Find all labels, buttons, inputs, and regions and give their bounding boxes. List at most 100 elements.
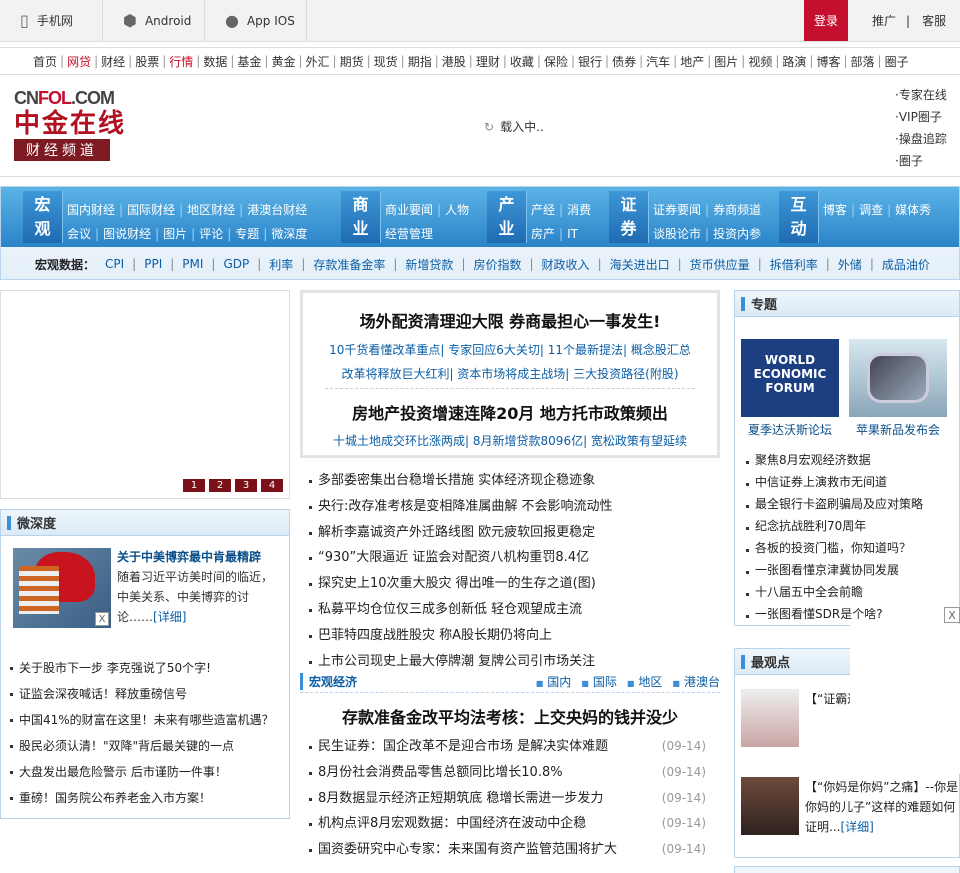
list-item[interactable]: 私募平均仓位仅三成多创新低 轻仓观望成主流 [308,597,720,623]
watch-image[interactable] [849,339,947,417]
list-item[interactable]: 解析李嘉诚资产外迁路线图 欧元疲软回报更稳定 [308,520,720,546]
macro-headline[interactable]: 存款准备金改平均法考核：上交央妈的钱并没少 [300,704,720,728]
channel-interact-label[interactable]: 互动 [779,191,819,243]
list-item[interactable]: 纪念抗战胜利70周年 [745,515,957,537]
pager-button[interactable]: 1 [183,479,205,492]
channel-link[interactable]: 博客 [823,203,847,217]
section-title[interactable]: 宏观经济 [300,673,357,690]
header-link[interactable]: ·专家在线 [895,84,947,106]
channel-link[interactable]: 港澳台财经 [247,203,307,217]
close-icon[interactable]: X [944,607,960,623]
macro-data-link[interactable]: PMI [182,257,203,271]
nav-item[interactable]: 网贷 [64,53,94,70]
channel-link[interactable]: 房产 [531,227,555,241]
channel-link[interactable]: 评论 [199,227,223,241]
channel-link[interactable]: 调查 [859,203,883,217]
channel-link[interactable]: 国际财经 [127,203,175,217]
list-item[interactable]: 证监会深夜喊话！释放重磅信号 [9,681,285,707]
wef-image[interactable]: WORLD ECONOMIC FORUM [741,339,839,417]
channel-link[interactable]: 投资内参 [713,227,761,241]
nav-item[interactable]: 期指 [405,53,435,70]
macro-data-link[interactable]: 存款准备金率 [313,256,385,273]
pager-button[interactable]: 3 [235,479,257,492]
list-item[interactable]: 中国41%的财富在这里！未来有哪些造富机遇？ [9,707,285,733]
mobile-link[interactable]: ▯ 手机网 [0,0,103,41]
nav-item[interactable]: 首页 [30,53,60,70]
macro-data-link[interactable]: CPI [105,257,124,271]
viewpoint-image[interactable] [741,689,799,747]
news-title[interactable]: 8月份社会消费品零售总额同比增长10.8% [318,760,563,786]
nav-item[interactable]: 博客 [813,53,843,70]
channel-industry-label[interactable]: 产业 [487,191,527,243]
nav-item[interactable]: 基金 [234,53,264,70]
section-tab[interactable]: 港澳台 [672,673,720,690]
header-link[interactable]: ·操盘追踪 [895,128,947,150]
channel-link[interactable]: IT [567,227,578,241]
channel-link[interactable]: 专题 [235,227,259,241]
macro-data-link[interactable]: 外储 [838,256,862,273]
macro-data-link[interactable]: 成品油价 [882,256,930,273]
promote-link[interactable]: 推广 [872,12,896,29]
viewpoint-image[interactable] [741,777,799,835]
nav-item[interactable]: 数据 [200,53,230,70]
sub-links[interactable]: 10千货看懂改革重点| 专家回应6大关切| 11个最新提法| 概念股汇总 [303,341,717,358]
header-link[interactable]: ·VIP圈子 [895,106,947,128]
service-link[interactable]: 客服 [922,12,946,29]
nav-item[interactable]: 圈子 [882,53,912,70]
channel-business-label[interactable]: 商业 [341,191,381,243]
nav-item[interactable]: 保险 [541,53,571,70]
nav-item[interactable]: 期货 [337,53,367,70]
list-item[interactable]: 最全银行卡盗刷骗局及应对策略 [745,493,957,515]
news-title[interactable]: 机构点评8月宏观数据：中国经济在波动中企稳 [318,811,586,837]
nav-item[interactable]: 视频 [745,53,775,70]
list-item[interactable]: “930”大限逼近 证监会对配资八机构重罚8.4亿 [308,545,720,571]
list-item[interactable]: 一张图看懂SDR是个啥? [745,603,957,625]
nav-item[interactable]: 黄金 [268,53,298,70]
list-item[interactable]: 一张图看懂京津冀协同发展 [745,559,957,581]
channel-macro-label[interactable]: 宏观 [23,191,63,243]
macro-data-link[interactable]: 海关进出口 [610,256,670,273]
channel-link[interactable]: 券商频道 [713,203,761,217]
logo[interactable]: CNFOL.COM 中金在线 财经频道 [14,88,144,168]
nav-item[interactable]: 理财 [473,53,503,70]
news-title[interactable]: 民生证券：国企改革不是迎合市场 是解决实体难题 [318,734,608,760]
channel-link[interactable]: 人物 [445,203,469,217]
channel-securities-label[interactable]: 证券 [609,191,649,243]
channel-link[interactable]: 图说财经 [103,227,151,241]
pager-button[interactable]: 4 [261,479,283,492]
channel-link[interactable]: 商业要闻 [385,203,433,217]
sub-links[interactable]: 改革将释放巨大红利| 资本市场将成主战场| 三大投资路径(附股) [303,365,717,382]
viewpoint-text-body[interactable]: 【“你妈是你妈”之痛】--你是你妈的儿子”这样的难题如何证明... [805,780,958,834]
macro-data-link[interactable]: GDP [223,257,249,271]
headline[interactable]: 房地产投资增速连降20月 地方托市政策频出 [303,400,717,424]
list-item[interactable]: 重磅！国务院公布养老金入市方案！ [9,785,285,811]
more-link[interactable]: [详细] [153,610,186,624]
featured-title[interactable]: 关于中美博弈最中肯最精辟 [117,548,261,565]
nav-item[interactable]: 债券 [609,53,639,70]
section-tab[interactable]: 地区 [627,673,662,690]
section-tab[interactable]: 国际 [581,673,617,690]
macro-data-link[interactable]: 拆借利率 [770,256,818,273]
news-title[interactable]: 8月数据显示经济正短期筑底 稳增长需进一步发力 [318,786,603,812]
nav-item[interactable]: 部落 [848,53,878,70]
macro-data-link[interactable]: 房价指数 [473,256,521,273]
list-item[interactable]: 巴菲特四度战胜股灾 称A股长期仍将向上 [308,623,720,649]
sub-links[interactable]: 十城土地成交环比涨两成| 8月新增贷款8096亿| 宽松政策有望延续 [303,432,717,449]
nav-item[interactable]: 路演 [779,53,809,70]
channel-link[interactable]: 谈股论市 [653,227,701,241]
nav-item[interactable]: 财经 [98,53,128,70]
list-item[interactable]: 多部委密集出台稳增长措施 实体经济现企稳迹象 [308,468,720,494]
nav-item[interactable]: 港股 [439,53,469,70]
channel-link[interactable]: 微深度 [271,227,307,241]
channel-link[interactable]: 会议 [67,227,91,241]
macro-data-link[interactable]: PPI [144,257,162,271]
nav-item[interactable]: 图片 [711,53,741,70]
nav-item[interactable]: 汽车 [643,53,673,70]
nav-item[interactable]: 现货 [371,53,401,70]
list-item[interactable]: 关于股市下一步 李克强说了50个字! [9,655,285,681]
channel-link[interactable]: 消费 [567,203,591,217]
list-item[interactable]: 各板的投资门槛，你知道吗？ [745,537,957,559]
featured-image[interactable]: X [13,548,111,628]
nav-item[interactable]: 股票 [132,53,162,70]
list-item[interactable]: 中信证券上演救市无间道 [745,471,957,493]
